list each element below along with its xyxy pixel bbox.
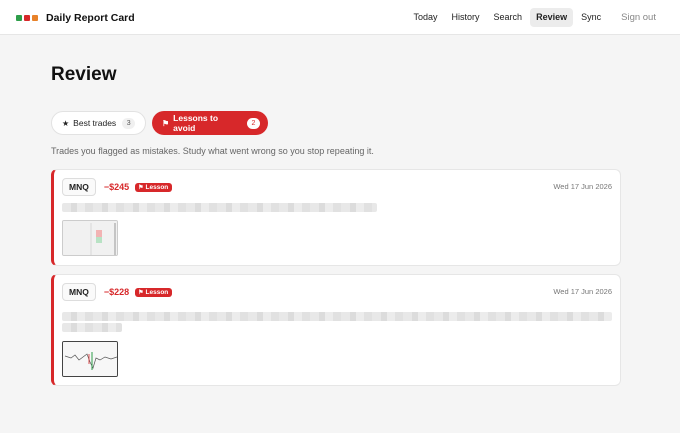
pnl-value: −$245 bbox=[103, 182, 130, 192]
redacted-notes bbox=[62, 203, 377, 212]
brand-logo-icon bbox=[16, 15, 38, 21]
redacted-notes bbox=[62, 312, 612, 321]
lesson-badge: ⚑ Lesson bbox=[135, 287, 173, 297]
page-subtitle: Trades you flagged as mistakes. Study wh… bbox=[51, 146, 374, 156]
badge-label: Lesson bbox=[145, 288, 169, 296]
tab-label: Best trades bbox=[73, 118, 117, 128]
flag-icon: ⚑ bbox=[162, 118, 170, 128]
flag-icon: ⚑ bbox=[138, 289, 144, 296]
app-title: Daily Report Card bbox=[46, 12, 135, 24]
brand[interactable]: Daily Report Card bbox=[16, 11, 135, 25]
trade-card[interactable]: MNQ −$245 ⚑ Lesson Wed 17 Jun 2026 bbox=[51, 169, 621, 266]
logo-square-orange bbox=[32, 15, 38, 21]
trade-date: Wed 17 Jun 2026 bbox=[553, 182, 612, 191]
card-header: MNQ −$245 ⚑ Lesson bbox=[62, 178, 173, 196]
redacted-notes bbox=[62, 323, 122, 332]
nav-search[interactable]: Search bbox=[488, 8, 529, 27]
logo-square-red bbox=[24, 15, 30, 21]
top-bar: Daily Report Card Today History Search R… bbox=[0, 0, 680, 35]
lesson-badge: ⚑ Lesson bbox=[135, 182, 173, 192]
sign-out-link[interactable]: Sign out bbox=[615, 8, 662, 27]
badge-label: Lesson bbox=[145, 183, 169, 191]
tab-count: 2 bbox=[247, 117, 260, 129]
star-icon: ★ bbox=[62, 118, 70, 128]
pnl-value: −$228 bbox=[103, 287, 130, 297]
nav-history[interactable]: History bbox=[446, 8, 486, 27]
chart-preview-icon bbox=[63, 342, 117, 376]
review-tabs: ★ Best trades 3 ⚑ Lessons to avoid 2 bbox=[51, 111, 268, 135]
trade-date: Wed 17 Jun 2026 bbox=[553, 287, 612, 296]
trade-card[interactable]: MNQ −$228 ⚑ Lesson Wed 17 Jun 2026 bbox=[51, 274, 621, 386]
page-title: Review bbox=[51, 64, 117, 85]
tab-count: 3 bbox=[122, 117, 136, 129]
tab-best-trades[interactable]: ★ Best trades 3 bbox=[51, 111, 146, 135]
chart-thumbnail[interactable] bbox=[62, 220, 118, 256]
card-header: MNQ −$228 ⚑ Lesson bbox=[62, 283, 173, 301]
chart-preview-icon bbox=[63, 221, 117, 255]
symbol-tag: MNQ bbox=[62, 178, 96, 196]
nav-sync[interactable]: Sync bbox=[575, 8, 607, 27]
symbol-tag: MNQ bbox=[62, 283, 96, 301]
flag-icon: ⚑ bbox=[138, 184, 144, 191]
nav-today[interactable]: Today bbox=[408, 8, 444, 27]
tab-label: Lessons to avoid bbox=[173, 113, 219, 133]
logo-square-green bbox=[16, 15, 22, 21]
nav-review[interactable]: Review bbox=[530, 8, 574, 27]
chart-thumbnail[interactable] bbox=[62, 341, 118, 377]
tab-lessons-to-avoid[interactable]: ⚑ Lessons to avoid 2 bbox=[152, 111, 268, 135]
main-nav: Today History Search Review Sync Sign ou… bbox=[408, 8, 663, 27]
